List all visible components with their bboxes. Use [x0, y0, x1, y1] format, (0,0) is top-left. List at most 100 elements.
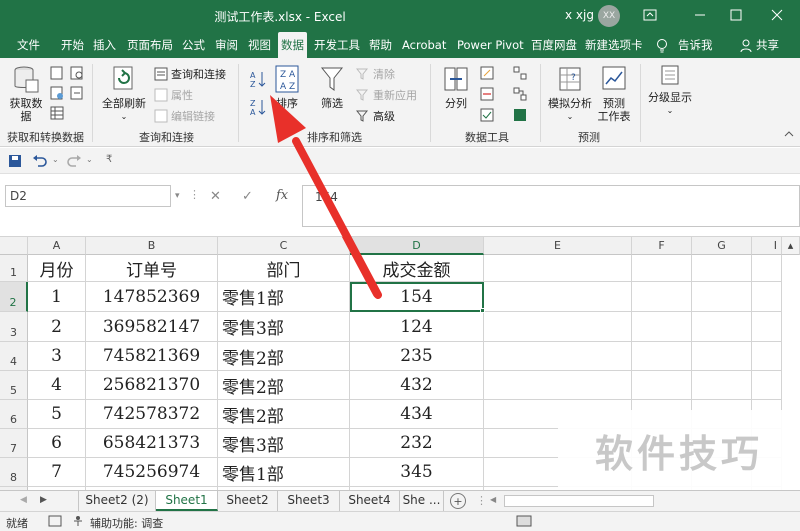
sheet-tab-sheet3[interactable]: Sheet3 — [278, 491, 340, 511]
tab-review[interactable]: 审阅 — [215, 32, 238, 58]
add-sheet-icon[interactable]: + — [450, 493, 466, 509]
edit-links-label: 编辑链接 — [171, 110, 215, 123]
from-table-icon[interactable] — [50, 106, 64, 120]
tab-insert[interactable]: 插入 — [93, 32, 116, 58]
formula-value: 154 — [315, 190, 338, 204]
window-title: 测试工作表.xlsx - Excel — [214, 10, 346, 24]
sort-ascending-button[interactable]: AZ — [250, 70, 266, 88]
tab-formulas[interactable]: 公式 — [182, 32, 205, 58]
next-sheet-icon[interactable]: ▶ — [40, 495, 47, 505]
formula-input[interactable]: 154 — [302, 185, 800, 227]
collapse-ribbon-icon[interactable] — [784, 130, 794, 138]
remove-duplicates-icon[interactable] — [480, 87, 494, 101]
insert-function-icon[interactable]: fx — [276, 188, 288, 203]
prev-sheet-icon[interactable]: ◀ — [20, 495, 27, 505]
status-accessibility[interactable]: 辅助功能: 调查 — [90, 515, 163, 531]
link-icon — [154, 109, 168, 123]
advanced-button[interactable]: 高级 — [356, 108, 395, 124]
group-separator — [92, 64, 93, 142]
sheet-tab-more[interactable]: She ... — [400, 491, 444, 511]
svg-text:Z: Z — [250, 99, 256, 108]
sheet-tab-bar: ◀ ▶ Sheet2 (2) Sheet1 Sheet2 Sheet3 Shee… — [0, 490, 800, 511]
queries-connections-button[interactable]: 查询和连接 — [154, 66, 226, 82]
tab-baidu-netdisk[interactable]: 百度网盘 — [531, 32, 577, 58]
tab-page-layout[interactable]: 页面布局 — [127, 32, 173, 58]
minimize-icon[interactable] — [690, 5, 710, 25]
name-box[interactable]: D2 — [5, 185, 171, 207]
person-icon[interactable] — [740, 32, 752, 58]
ribbon-display-icon[interactable] — [640, 5, 660, 25]
text-to-columns-button[interactable]: 分列 — [440, 64, 472, 110]
group-queries-label: 查询和连接 — [139, 131, 194, 144]
svg-text:A Z: A Z — [280, 82, 295, 92]
save-icon[interactable] — [8, 154, 22, 168]
data-model-icon[interactable] — [513, 108, 527, 122]
sheet-tab-sheet1[interactable]: Sheet1 — [156, 491, 218, 511]
sheet-tab-sheet2-2[interactable]: Sheet2 (2) — [78, 491, 156, 511]
customize-qat-icon[interactable]: ₹ — [106, 154, 112, 165]
outline-label: 分级显示 — [648, 91, 692, 104]
flash-fill-icon[interactable] — [480, 66, 494, 80]
maximize-icon[interactable] — [726, 5, 746, 25]
consolidate-icon[interactable] — [513, 66, 527, 80]
enter-icon[interactable]: ✓ — [242, 189, 253, 204]
data-validation-icon[interactable] — [480, 108, 494, 122]
redo-icon[interactable] — [66, 154, 82, 168]
reapply-label: 重新应用 — [373, 89, 417, 102]
tab-acrobat[interactable]: Acrobat — [402, 32, 446, 58]
queries-label: 查询和连接 — [171, 68, 226, 81]
normal-view-icon[interactable] — [516, 515, 532, 530]
lightbulb-icon[interactable] — [656, 32, 668, 58]
share-button[interactable]: 共享 — [756, 32, 779, 58]
sort-button[interactable]: Z A A Z 排序 — [272, 64, 302, 110]
filter-button[interactable]: 筛选 — [318, 64, 346, 110]
scroll-left-icon[interactable]: ◀ — [490, 495, 498, 507]
refresh-all-label: 全部刷新 — [102, 97, 146, 110]
existing-connections-icon[interactable] — [70, 86, 84, 100]
tab-view[interactable]: 视图 — [248, 32, 271, 58]
undo-dropdown-icon[interactable]: ⌄ — [52, 155, 59, 164]
tab-new[interactable]: 新建选项卡 — [585, 32, 643, 58]
refresh-all-button[interactable]: 全部刷新 ⌄ — [100, 64, 148, 123]
user-name[interactable]: x xjg — [565, 8, 594, 22]
close-icon[interactable] — [767, 5, 787, 25]
redo-dropdown-icon[interactable]: ⌄ — [86, 155, 93, 164]
tab-split-grip[interactable]: ⋮ — [476, 494, 487, 507]
group-get-transform-label: 获取和转换数据 — [7, 131, 84, 144]
filter-icon — [320, 67, 344, 91]
what-if-analysis-button[interactable]: ? 模拟分析 ⌄ — [547, 64, 593, 123]
tell-me[interactable]: 告诉我 — [678, 32, 713, 58]
sort-descending-button[interactable]: ZA — [250, 98, 266, 116]
what-if-icon: ? — [559, 67, 581, 91]
edit-links-button[interactable]: 编辑链接 — [154, 108, 215, 124]
get-data-button[interactable]: 获取数 据 — [8, 64, 44, 123]
sort-az-icon: AZ — [250, 71, 266, 88]
undo-icon[interactable] — [32, 154, 48, 168]
tab-help[interactable]: 帮助 — [369, 32, 392, 58]
accessibility-icon[interactable] — [72, 515, 84, 530]
name-box-dropdown-icon[interactable]: ▾ — [175, 191, 180, 201]
cancel-icon[interactable]: ✕ — [210, 189, 221, 204]
recent-sources-icon[interactable] — [70, 66, 84, 80]
relationships-icon[interactable] — [513, 87, 527, 101]
sheet-tab-sheet4[interactable]: Sheet4 — [340, 491, 400, 511]
from-web-icon[interactable] — [50, 86, 64, 100]
sort-dialog-icon: Z A A Z — [275, 65, 299, 93]
clear-button[interactable]: 清除 — [356, 66, 395, 82]
tab-file[interactable]: 文件 — [17, 32, 40, 58]
group-separator — [430, 64, 431, 142]
tab-data[interactable]: 数据 — [278, 32, 307, 58]
tab-developer[interactable]: 开发工具 — [314, 32, 360, 58]
forecast-sheet-button[interactable]: 预测 工作表 — [596, 64, 632, 123]
properties-button[interactable]: 属性 — [154, 87, 193, 103]
from-text-icon[interactable] — [50, 66, 64, 80]
status-stats-icon — [48, 515, 62, 530]
horizontal-scrollbar[interactable] — [504, 495, 654, 507]
outline-button[interactable]: 分级显示 ⌄ — [646, 64, 694, 117]
avatar[interactable]: XX — [598, 5, 620, 27]
sheet-tab-sheet2[interactable]: Sheet2 — [218, 491, 278, 511]
formula-bar-grip[interactable]: ⋮ — [189, 188, 200, 201]
tab-home[interactable]: 开始 — [61, 32, 84, 58]
tab-power-pivot[interactable]: Power Pivot — [457, 32, 524, 58]
reapply-button[interactable]: 重新应用 — [356, 87, 417, 103]
